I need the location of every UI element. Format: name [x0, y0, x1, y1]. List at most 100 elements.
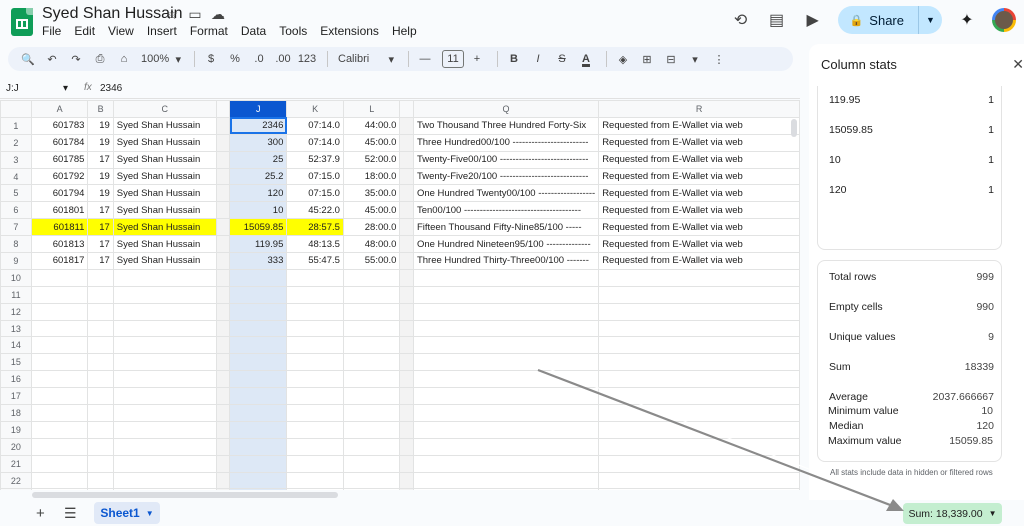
cell-b[interactable]: 19 — [87, 184, 114, 203]
cell-c[interactable]: Syed Shan Hussain — [112, 133, 217, 152]
select-all-corner[interactable] — [0, 100, 32, 118]
cell-l[interactable]: 44:00.0 — [342, 116, 401, 135]
cell-l[interactable] — [342, 319, 401, 338]
cell-b[interactable]: 19 — [87, 133, 114, 152]
cell-k[interactable] — [286, 302, 344, 321]
row-header[interactable]: 1 — [0, 116, 32, 135]
column-header-k[interactable]: K — [286, 100, 344, 118]
cell-j[interactable] — [229, 420, 288, 439]
cell-l[interactable] — [342, 302, 401, 321]
cell-c[interactable] — [112, 285, 217, 304]
cell-k[interactable] — [286, 404, 344, 422]
cell-q[interactable]: Two Thousand Three Hundred Forty-Six — [412, 116, 600, 135]
decrease-font-size-button[interactable]: — — [415, 49, 435, 69]
cell-k[interactable] — [286, 370, 344, 389]
cell-c[interactable] — [112, 471, 217, 490]
cell-j[interactable] — [229, 268, 288, 287]
cell-c[interactable] — [112, 302, 217, 321]
cell-q[interactable] — [412, 404, 600, 422]
cell-k[interactable]: 07:14.0 — [286, 116, 344, 135]
cell-k[interactable]: 48:13.5 — [286, 235, 344, 254]
row-header[interactable]: 19 — [0, 420, 32, 439]
cell-a[interactable] — [30, 387, 89, 406]
cell-a[interactable]: 601784 — [30, 133, 89, 152]
column-header-c[interactable]: C — [112, 100, 217, 118]
cell-k[interactable] — [286, 336, 344, 355]
cell-b[interactable] — [87, 370, 114, 389]
column-header-j[interactable]: J — [229, 100, 288, 118]
row-header[interactable]: 21 — [0, 454, 32, 473]
cell-j[interactable] — [229, 437, 288, 456]
cell-c[interactable] — [112, 370, 217, 389]
menu-insert[interactable]: Insert — [147, 24, 177, 38]
column-header-b[interactable]: B — [87, 100, 114, 118]
cell-j[interactable]: 25 — [229, 150, 288, 169]
cell-k[interactable]: 28:57.5 — [286, 218, 344, 237]
cell-q[interactable] — [412, 488, 600, 490]
row-header[interactable]: 2 — [0, 133, 32, 152]
cell-l[interactable] — [342, 420, 401, 439]
undo-icon[interactable]: ↶ — [42, 49, 62, 69]
cell-r[interactable] — [598, 302, 800, 321]
vertical-scrollbar[interactable] — [791, 119, 797, 137]
cell-r[interactable]: Requested from E-Wallet via web — [598, 150, 800, 169]
cell-a[interactable] — [30, 268, 89, 287]
cell-q[interactable]: Three Hundred Thirty-Three00/100 ------- — [412, 252, 600, 270]
cell-a[interactable] — [30, 319, 89, 338]
document-title[interactable]: Syed Shan Hussain — [42, 5, 183, 23]
cell-r[interactable]: Requested from E-Wallet via web — [598, 252, 800, 270]
share-button[interactable]: 🔒 Share ▼ — [837, 6, 942, 34]
cell-c[interactable]: Syed Shan Hussain — [112, 184, 217, 203]
sum-explore-chip[interactable]: Sum: 18,339.00 ▼ — [903, 503, 1002, 524]
percent-format-button[interactable]: % — [225, 49, 245, 69]
cell-q[interactable] — [412, 471, 600, 490]
cell-j[interactable] — [229, 319, 288, 338]
cell-r[interactable] — [598, 387, 800, 406]
increase-decimal-button[interactable]: .00 — [273, 49, 293, 69]
cell-c[interactable] — [112, 454, 217, 473]
menu-tools[interactable]: Tools — [279, 24, 307, 38]
cell-r[interactable]: Requested from E-Wallet via web — [598, 133, 800, 152]
cell-a[interactable] — [30, 437, 89, 456]
cell-b[interactable]: 17 — [87, 218, 114, 237]
row-header[interactable]: 14 — [0, 336, 32, 355]
cell-r[interactable] — [598, 353, 800, 372]
hidden-columns-gap[interactable] — [399, 100, 414, 118]
cell-q[interactable] — [412, 437, 600, 456]
name-box[interactable]: J:J ▾ — [6, 83, 68, 94]
row-header[interactable]: 16 — [0, 370, 32, 389]
cell-c[interactable] — [112, 488, 217, 490]
cell-l[interactable]: 45:00.0 — [342, 201, 401, 220]
cell-b[interactable] — [87, 404, 114, 422]
cell-l[interactable]: 55:00.0 — [342, 252, 401, 270]
cell-k[interactable] — [286, 454, 344, 473]
more-options-icon[interactable]: ⋮ — [709, 49, 729, 69]
meet-icon[interactable]: ▶ — [802, 9, 824, 31]
cell-j[interactable] — [229, 454, 288, 473]
cell-c[interactable] — [112, 353, 217, 372]
row-header[interactable]: 13 — [0, 319, 32, 338]
cell-l[interactable]: 18:00.0 — [342, 167, 401, 186]
cell-a[interactable] — [30, 370, 89, 389]
cell-k[interactable] — [286, 471, 344, 490]
cell-q[interactable]: One Hundred Twenty00/100 ---------------… — [412, 184, 600, 203]
cell-k[interactable] — [286, 353, 344, 372]
cell-c[interactable]: Syed Shan Hussain — [112, 218, 217, 237]
cell-l[interactable] — [342, 336, 401, 355]
cell-c[interactable]: Syed Shan Hussain — [112, 201, 217, 220]
cell-k[interactable]: 52:37.9 — [286, 150, 344, 169]
cell-j[interactable] — [229, 471, 288, 490]
star-icon[interactable]: ☆ — [165, 6, 179, 23]
merge-cells-icon[interactable]: ⊟ — [661, 49, 681, 69]
cell-q[interactable] — [412, 319, 600, 338]
cell-c[interactable] — [112, 319, 217, 338]
cell-l[interactable] — [342, 437, 401, 456]
font-size-input[interactable]: 11 — [442, 50, 464, 68]
column-header-a[interactable]: A — [30, 100, 89, 118]
cell-b[interactable] — [87, 285, 114, 304]
cell-j[interactable]: 10 — [229, 201, 288, 220]
cell-r[interactable] — [598, 404, 800, 422]
paint-format-icon[interactable]: ⌂ — [114, 49, 134, 69]
cell-j[interactable] — [229, 488, 288, 490]
cell-c[interactable]: Syed Shan Hussain — [112, 252, 217, 270]
